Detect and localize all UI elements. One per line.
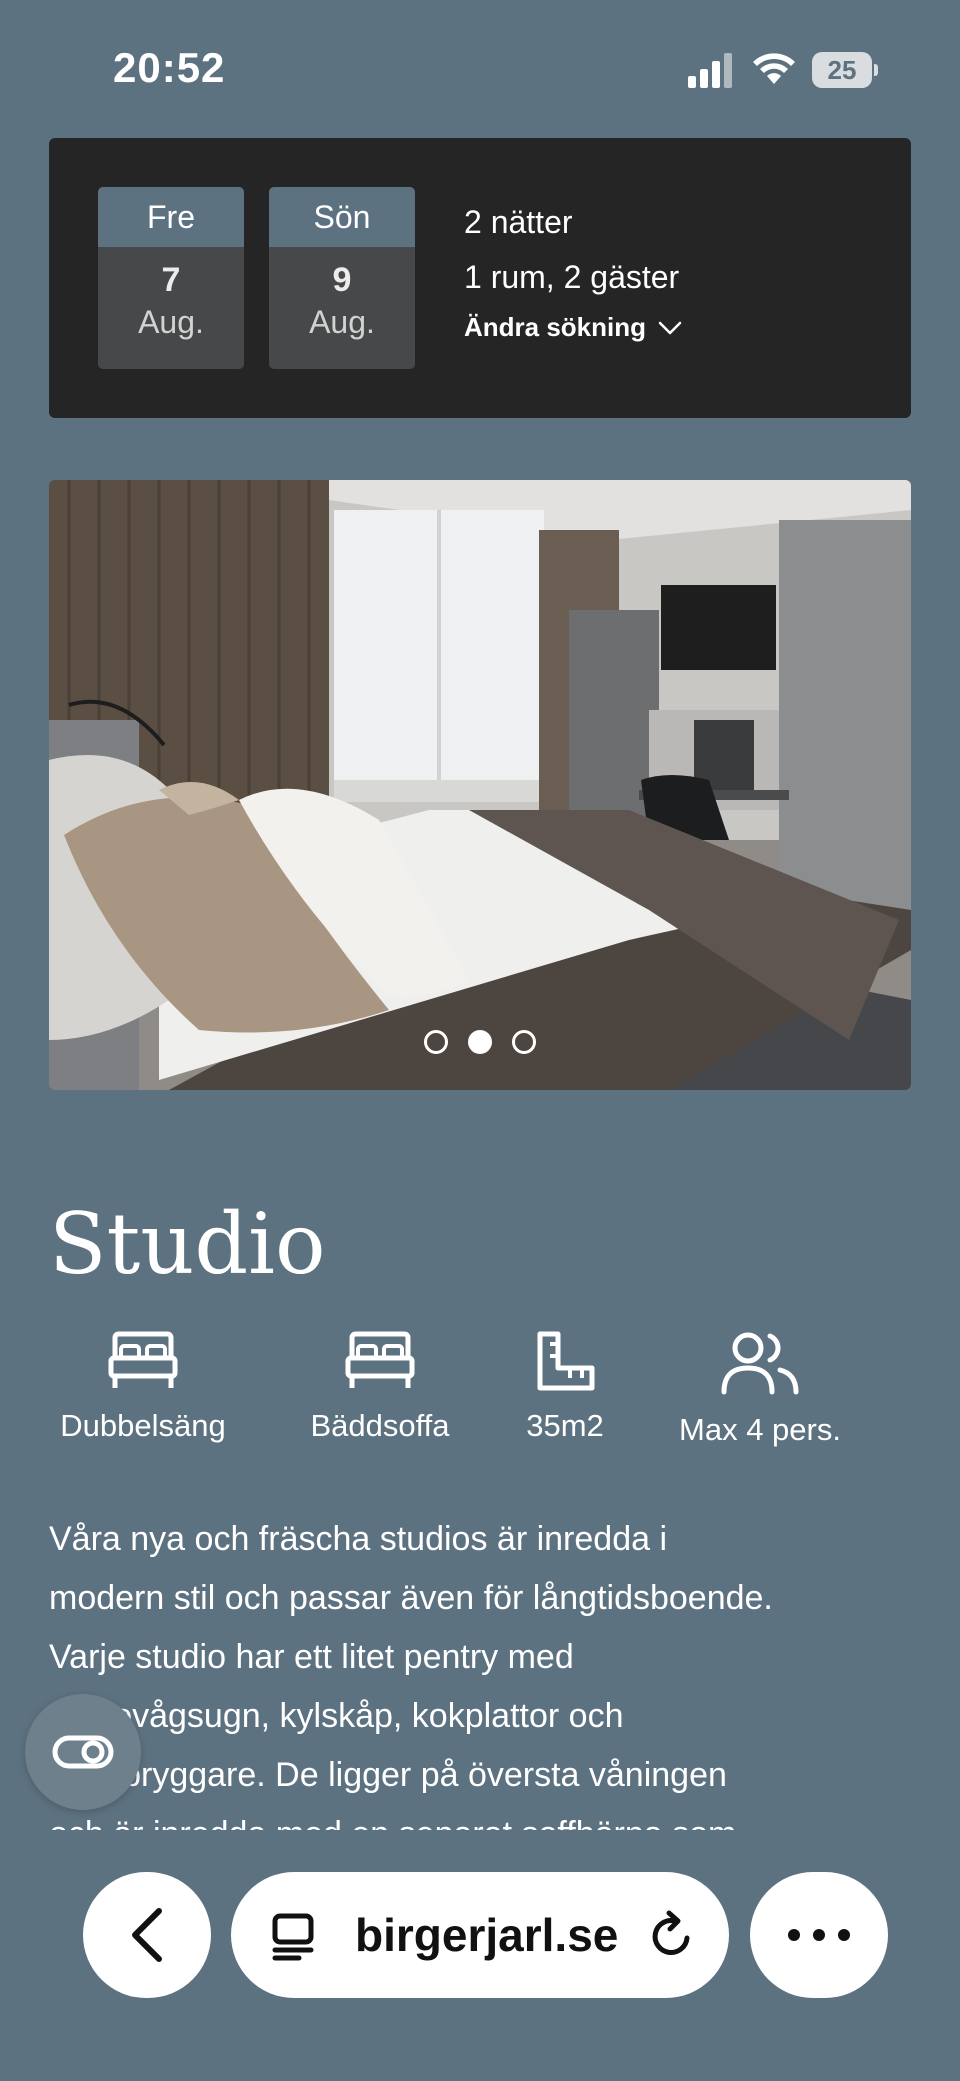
- booking-info: 2 nätter 1 rum, 2 gäster Ändra sökning: [464, 204, 682, 343]
- amenities-row: Dubbelsäng Bäddsoffa 35m2 Max 4 pers.: [0, 1330, 960, 1450]
- checkout-month: Aug.: [309, 304, 375, 340]
- chevron-down-icon: [658, 321, 682, 334]
- carousel-dot[interactable]: [512, 1030, 536, 1054]
- checkout-weekday: Sön: [269, 187, 415, 247]
- checkout-date: Sön 9 Aug.: [269, 187, 415, 369]
- carousel-indicator: [49, 1030, 911, 1054]
- status-bar: 20:52 25: [0, 0, 960, 130]
- amenity-label: Dubbelsäng: [60, 1408, 226, 1443]
- room-photo-carousel[interactable]: [49, 480, 911, 1090]
- description-line: modern stil och passar även för långtids…: [49, 1579, 773, 1617]
- url-text: birgerjarl.se: [355, 1909, 619, 1961]
- description-line: Våra nya och fräscha studios är inredda …: [49, 1520, 668, 1558]
- room-title: Studio: [49, 1195, 326, 1293]
- rooms-guests: 1 rum, 2 gäster: [464, 259, 680, 295]
- cellular-signal-icon: [688, 53, 732, 88]
- people-icon: [721, 1332, 799, 1395]
- room-description: Våra nya och fräscha studios är inredda …: [49, 1510, 919, 1830]
- carousel-dot[interactable]: [424, 1030, 448, 1054]
- description-line: mikrovågsugn, kylskåp, kokplattor och: [49, 1697, 624, 1735]
- wifi-icon: [753, 53, 795, 84]
- amenity-label: 35m2: [526, 1408, 604, 1443]
- checkin-day: 7: [161, 261, 181, 299]
- more-options-button[interactable]: [750, 1872, 888, 1998]
- room-photo: [49, 480, 911, 1090]
- amenity-area: 35m2: [513, 1330, 617, 1444]
- browser-toolbar: birgerjarl.se: [0, 1860, 960, 2000]
- status-time: 20:52: [113, 44, 226, 91]
- change-search-label: Ändra sökning: [464, 312, 647, 342]
- amenity-double-bed: Dubbelsäng: [49, 1330, 237, 1444]
- page-menu-icon: [272, 1913, 314, 1961]
- carousel-dot-active[interactable]: [468, 1030, 492, 1054]
- chevron-left-icon: [132, 1908, 162, 1962]
- back-button[interactable]: [83, 1872, 211, 1998]
- bed-icon: [108, 1331, 178, 1388]
- booking-summary: Fre 7 Aug. Sön 9 Aug. 2 nätter 1 rum, 2 …: [49, 138, 911, 418]
- battery-level: 25: [812, 52, 872, 88]
- address-bar[interactable]: birgerjarl.se: [231, 1872, 729, 1998]
- description-line: Varje studio har ett litet pentry med: [49, 1638, 574, 1676]
- battery-icon: 25: [812, 52, 878, 88]
- area-icon: [537, 1331, 595, 1391]
- checkin-weekday: Fre: [98, 187, 244, 247]
- reader-toggle-button[interactable]: [25, 1694, 141, 1810]
- checkin-month: Aug.: [138, 304, 204, 340]
- amenity-max-guests: Max 4 pers.: [668, 1330, 852, 1448]
- amenity-sofa-bed: Bäddsoffa: [298, 1330, 462, 1444]
- amenity-label: Max 4 pers.: [679, 1412, 841, 1447]
- sofa-bed-icon: [345, 1331, 415, 1388]
- checkin-date: Fre 7 Aug.: [98, 187, 244, 369]
- toggle-link-icon: [52, 1735, 114, 1769]
- ellipsis-icon: [788, 1929, 850, 1941]
- change-search-button[interactable]: Ändra sökning: [464, 312, 682, 343]
- description-line: kaffebryggare. De ligger på översta våni…: [49, 1756, 727, 1794]
- nights-count: 2 nätter: [464, 204, 573, 240]
- checkout-day: 9: [332, 261, 352, 299]
- amenity-label: Bäddsoffa: [310, 1408, 450, 1443]
- reload-icon[interactable]: [647, 1910, 697, 1962]
- description-line: och är inredda med en separat soffhörna …: [49, 1805, 919, 1830]
